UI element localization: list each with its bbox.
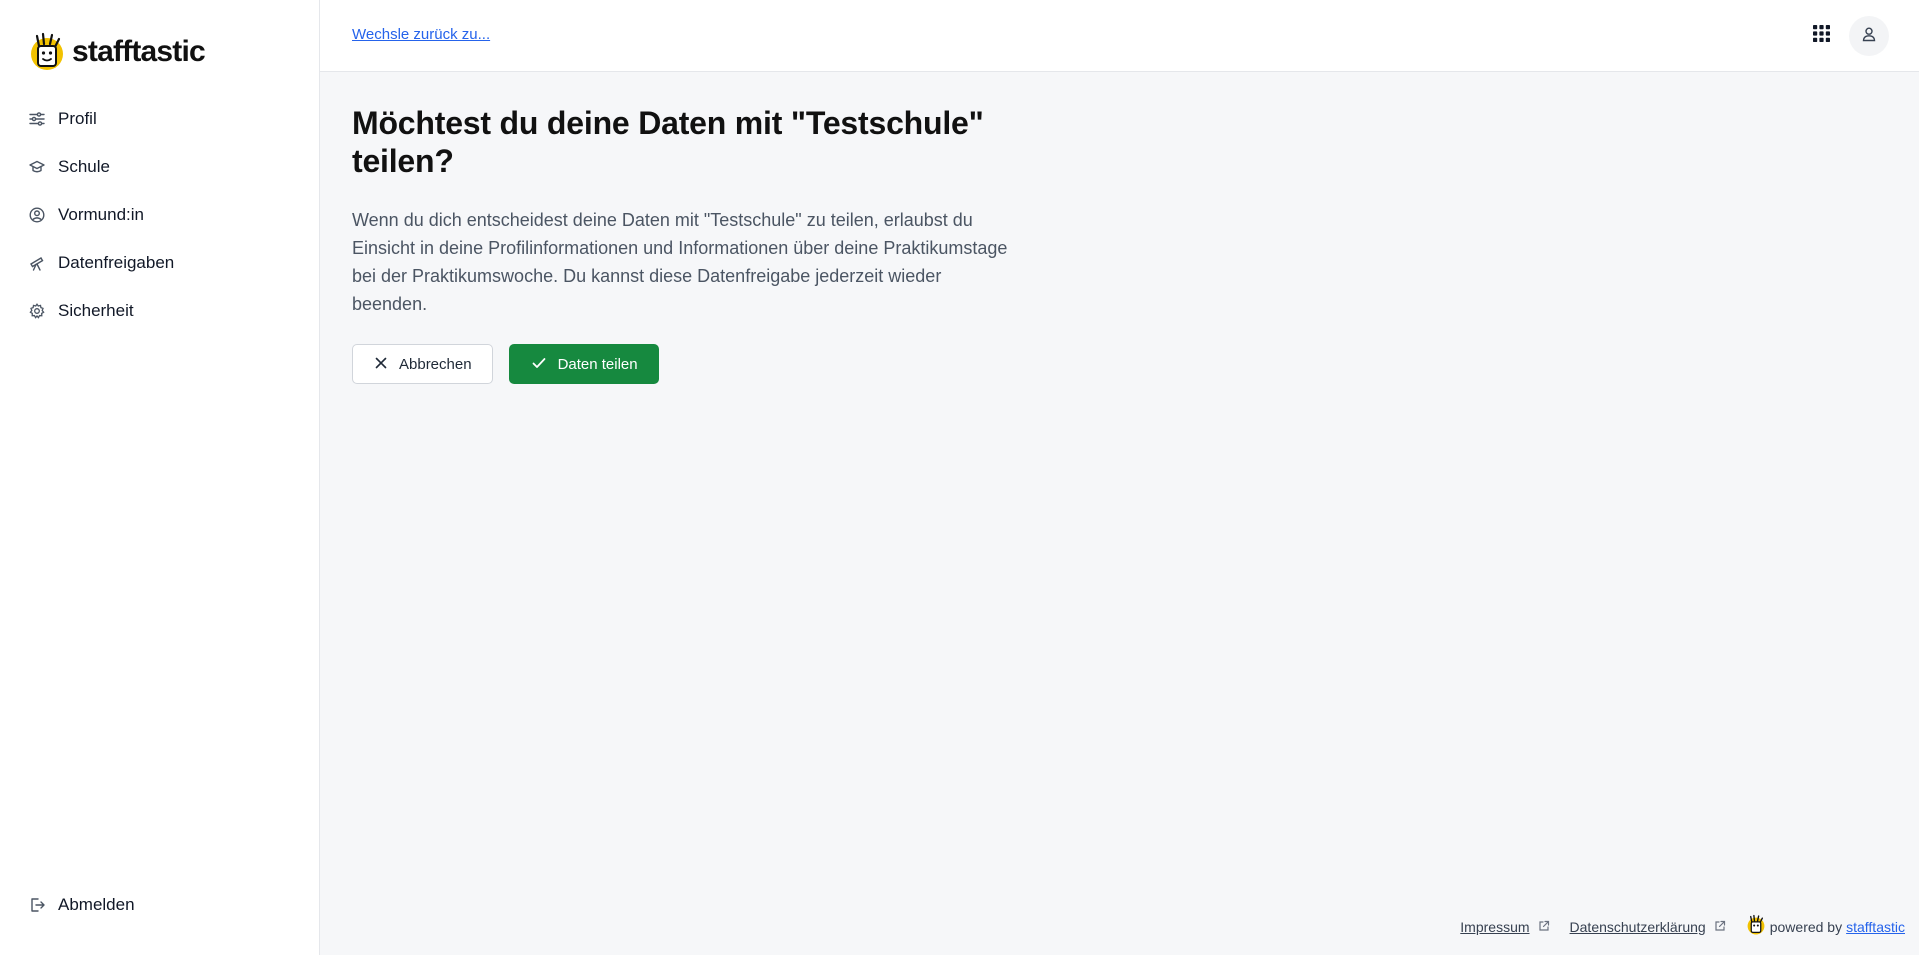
logout-button[interactable]: Abmelden xyxy=(0,881,319,929)
sidebar-item-label: Schule xyxy=(58,157,110,176)
privacy-label: Datenschutzerklärung xyxy=(1569,918,1706,935)
main-area: Wechsle zurück zu... Möchtest du deine D… xyxy=(320,0,1919,955)
impressum-label: Impressum xyxy=(1460,918,1530,935)
impressum-link[interactable]: Impressum xyxy=(1460,919,1549,935)
logo[interactable]: stafftastic xyxy=(28,32,206,72)
user-circle-icon xyxy=(29,207,45,223)
user-menu-button[interactable] xyxy=(1849,16,1889,56)
share-consent-panel: Möchtest du deine Daten mit "Testschule"… xyxy=(352,104,1032,384)
grid-icon xyxy=(1812,25,1830,47)
sidebar: stafftastic Profil Schule Vormund:in Dat… xyxy=(0,0,320,955)
logout-icon xyxy=(29,897,45,913)
sidebar-item-datenfreigaben[interactable]: Datenfreigaben xyxy=(0,239,319,287)
sidebar-item-profil[interactable]: Profil xyxy=(0,95,319,143)
apps-button[interactable] xyxy=(1807,22,1835,50)
switch-back-link[interactable]: Wechsle zurück zu... xyxy=(352,26,490,43)
action-buttons: Abbrechen Daten teilen xyxy=(352,344,1032,384)
sidebar-item-vormund[interactable]: Vormund:in xyxy=(0,191,319,239)
sidebar-item-schule[interactable]: Schule xyxy=(0,143,319,191)
logout-label: Abmelden xyxy=(58,895,135,914)
gear-icon xyxy=(29,303,45,319)
page-title: Möchtest du deine Daten mit "Testschule"… xyxy=(352,105,984,179)
sidebar-item-label: Vormund:in xyxy=(58,205,144,224)
sidebar-item-label: Sicherheit xyxy=(58,301,134,320)
user-icon xyxy=(1861,26,1877,47)
sidebar-item-sicherheit[interactable]: Sicherheit xyxy=(0,287,319,335)
powered-by: powered by stafftastic xyxy=(1746,914,1905,939)
logo-mascot-icon xyxy=(28,32,66,72)
privacy-policy-link[interactable]: Datenschutzerklärung xyxy=(1570,919,1726,935)
share-data-button-label: Daten teilen xyxy=(557,355,638,373)
app: stafftastic Profil Schule Vormund:in Dat… xyxy=(0,0,1919,955)
cancel-button[interactable]: Abbrechen xyxy=(352,344,493,384)
powered-by-text: powered by xyxy=(1769,918,1843,935)
telescope-icon xyxy=(29,255,45,271)
cancel-button-label: Abbrechen xyxy=(399,355,472,373)
footer: Impressum Datenschutzerklärung powered b… xyxy=(1460,914,1905,939)
stafftastic-link[interactable]: stafftastic xyxy=(1846,919,1905,935)
topbar: Wechsle zurück zu... xyxy=(320,0,1919,72)
external-link-icon xyxy=(1538,919,1550,935)
sidebar-nav: Profil Schule Vormund:in Datenfreigaben … xyxy=(0,95,319,335)
check-icon xyxy=(532,356,546,373)
share-data-button[interactable]: Daten teilen xyxy=(508,344,659,384)
stafftastic-mascot-icon xyxy=(1746,914,1766,939)
sliders-icon xyxy=(29,111,45,127)
sidebar-item-label: Profil xyxy=(58,109,97,128)
graduation-cap-icon xyxy=(29,159,45,175)
external-link-icon xyxy=(1714,919,1726,935)
sidebar-bottom: Abmelden xyxy=(0,881,319,929)
logo-text: stafftastic xyxy=(72,35,206,68)
close-icon xyxy=(375,356,387,373)
page-description: Wenn du dich entscheidest deine Daten mi… xyxy=(352,210,1008,314)
sidebar-item-label: Datenfreigaben xyxy=(58,253,175,272)
